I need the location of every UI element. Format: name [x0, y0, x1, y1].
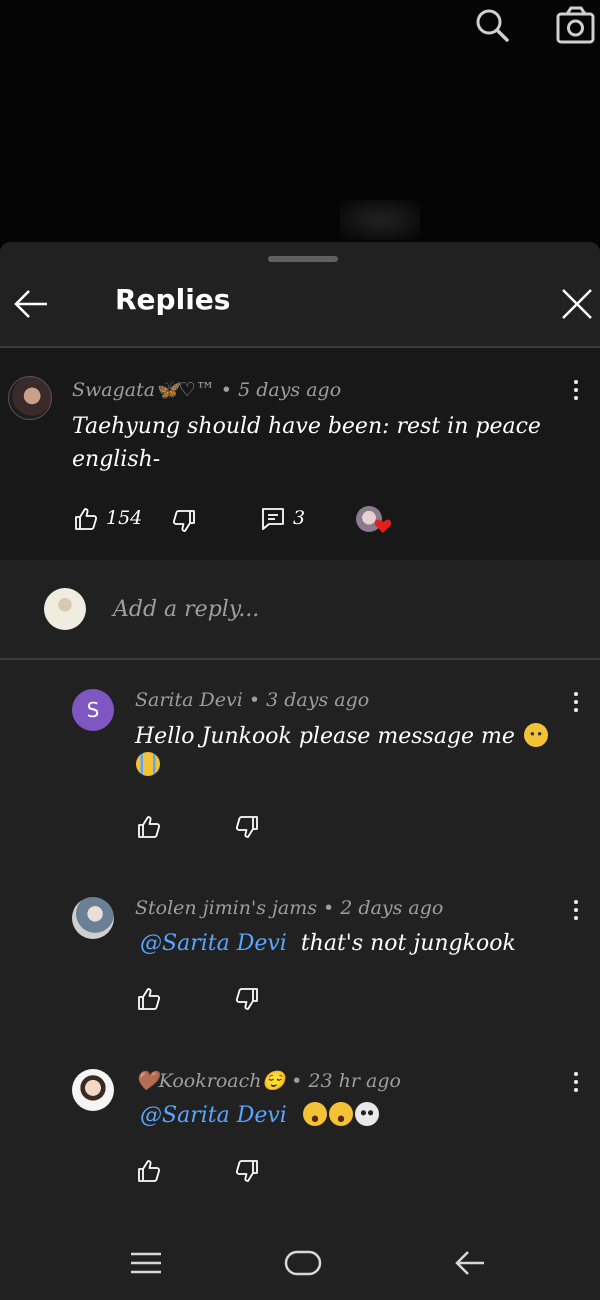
like-icon[interactable] — [137, 1159, 161, 1183]
dislike-icon[interactable] — [235, 987, 259, 1011]
comment-text: Hello Junkook please message me — [135, 720, 565, 753]
like-count: 154 — [106, 507, 143, 529]
mention-link[interactable]: @Sarita Devi — [140, 931, 287, 956]
avatar[interactable] — [72, 1069, 114, 1111]
crying-face-icon — [136, 752, 160, 776]
comment-meta: Swagata🦋♡™ • 5 days ago — [72, 379, 342, 401]
more-icon[interactable] — [573, 1072, 579, 1094]
comment-text: @Sarita Devi — [140, 1099, 570, 1132]
comment-text: @Sarita Devi that's not jungkook — [140, 931, 516, 956]
author-name[interactable]: Swagata🦋♡™ — [72, 379, 215, 401]
author-name[interactable]: Sarita Devi — [135, 689, 243, 711]
home-icon[interactable] — [284, 1250, 322, 1276]
reply-input[interactable]: Add a reply... — [113, 597, 259, 622]
laughing-face-icon — [302, 1102, 327, 1126]
comment-meta: 🤎Kookroach😌 • 23 hr ago — [135, 1070, 401, 1092]
mention-link[interactable]: @Sarita Devi — [140, 1103, 287, 1128]
drag-handle[interactable] — [268, 256, 338, 262]
menu-icon[interactable] — [130, 1252, 162, 1274]
avatar[interactable] — [8, 376, 52, 420]
like-icon[interactable] — [137, 815, 161, 839]
heart-icon — [374, 518, 392, 534]
dislike-icon[interactable] — [235, 815, 259, 839]
like-icon[interactable] — [74, 507, 98, 531]
author-name[interactable]: 🤎Kookroach😌 — [135, 1070, 285, 1092]
timestamp: 2 days ago — [340, 897, 444, 919]
timestamp: 5 days ago — [238, 379, 342, 401]
dislike-icon[interactable] — [235, 1159, 259, 1183]
back-arrow-icon[interactable] — [12, 287, 50, 321]
comment-meta: Stolen jimin's jams • 2 days ago — [135, 897, 444, 919]
pleading-face-icon — [523, 723, 548, 747]
user-avatar[interactable] — [44, 588, 86, 630]
laughing-face-icon — [328, 1102, 353, 1126]
search-icon[interactable] — [472, 5, 512, 45]
divider — [0, 658, 600, 660]
close-icon[interactable] — [560, 287, 594, 321]
more-icon[interactable] — [573, 692, 579, 714]
more-icon[interactable] — [573, 380, 579, 402]
more-icon[interactable] — [573, 900, 579, 922]
skull-icon — [354, 1102, 379, 1126]
comment-meta: Sarita Devi • 3 days ago — [135, 689, 370, 711]
avatar[interactable] — [72, 897, 114, 939]
camera-icon[interactable] — [555, 5, 595, 45]
dislike-icon[interactable] — [172, 509, 196, 533]
nav-back-icon[interactable] — [454, 1249, 486, 1277]
avatar[interactable]: S — [72, 689, 114, 731]
like-icon[interactable] — [137, 987, 161, 1011]
page-title: Replies — [115, 283, 231, 316]
timestamp: 23 hr ago — [308, 1070, 401, 1092]
reply-count: 3 — [293, 507, 306, 529]
comment-text: Taehyung should have been: rest in peace… — [72, 414, 541, 472]
reply-icon[interactable] — [261, 507, 285, 531]
author-name[interactable]: Stolen jimin's jams — [135, 897, 317, 919]
timestamp: 3 days ago — [266, 689, 370, 711]
